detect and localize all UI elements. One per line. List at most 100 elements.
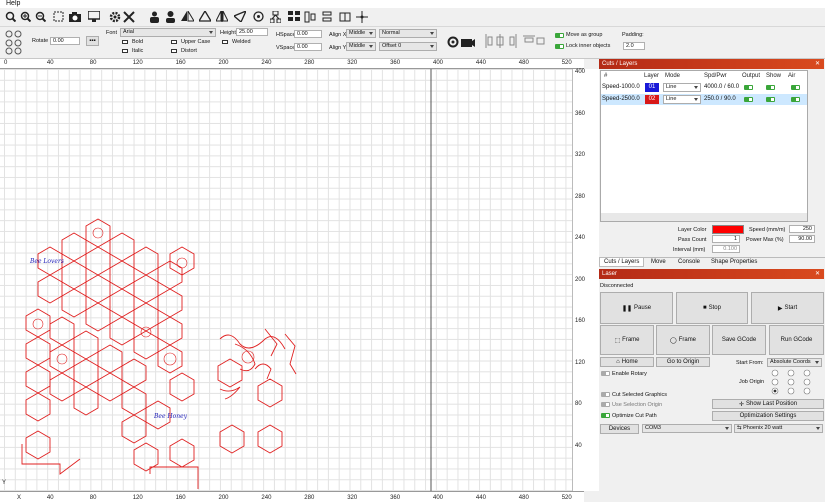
hspace-input[interactable]: 0.00 bbox=[294, 30, 322, 38]
canvas-workspace[interactable]: Bee Lovers Bee Honey bbox=[0, 69, 572, 491]
y-axis-label: Y bbox=[2, 480, 7, 486]
layer-color-swatch[interactable] bbox=[712, 225, 744, 234]
welded-checkbox[interactable] bbox=[222, 40, 228, 44]
offset-select[interactable]: Offset 0 bbox=[379, 42, 437, 51]
ruler-top-tick: 240 bbox=[261, 60, 272, 66]
align-x-select[interactable]: Middle bbox=[346, 29, 376, 38]
ruler-bottom-tick: 320 bbox=[347, 495, 358, 501]
frame-rect-button[interactable]: ⬚ Frame bbox=[600, 325, 654, 355]
ruler-bottom-tick: 520 bbox=[561, 495, 572, 501]
optimization-settings-button[interactable]: Optimization Settings bbox=[712, 411, 824, 421]
settings-icon[interactable] bbox=[108, 9, 122, 24]
rotate-input[interactable]: 0.00 bbox=[50, 37, 80, 45]
enable-rotary-toggle[interactable] bbox=[601, 371, 610, 376]
laser-close-icon[interactable]: ✕ bbox=[815, 269, 820, 279]
layer-row[interactable]: Speed-1000.0 01 Line 4000.0 / 60.0 bbox=[601, 82, 807, 93]
layers-column-header: Air bbox=[788, 73, 796, 79]
port-select[interactable]: COM3 bbox=[642, 424, 732, 433]
cut-selected-toggle[interactable] bbox=[601, 392, 610, 397]
tab-move[interactable]: Move bbox=[651, 259, 666, 265]
move-icon[interactable] bbox=[355, 9, 369, 24]
distort-checkbox[interactable] bbox=[171, 49, 177, 53]
horizontal-scrollbar[interactable] bbox=[601, 213, 807, 221]
align-icon[interactable] bbox=[303, 9, 317, 24]
send-icon[interactable] bbox=[233, 9, 247, 24]
layer-mode-select[interactable]: Line bbox=[663, 95, 701, 104]
monitor-icon[interactable] bbox=[87, 9, 101, 24]
font-select[interactable]: Arial bbox=[120, 28, 216, 37]
pause-button[interactable]: ❚❚ Pause bbox=[600, 292, 673, 324]
pass-count-input[interactable]: 1 bbox=[712, 235, 740, 243]
lock-inner-toggle[interactable] bbox=[555, 44, 564, 49]
height-input[interactable]: 25.00 bbox=[236, 28, 268, 36]
devices-button[interactable]: Devices bbox=[600, 424, 639, 434]
power-max-input[interactable]: 90.00 bbox=[789, 235, 815, 243]
frame-circle-button[interactable]: ◯ Frame bbox=[656, 325, 710, 355]
move-as-group-toggle[interactable] bbox=[555, 33, 564, 38]
run-gcode-button[interactable]: Run GCode bbox=[769, 325, 824, 355]
stop-label: Stop bbox=[708, 305, 721, 311]
layer-toggle[interactable] bbox=[744, 85, 753, 90]
dock-icon[interactable] bbox=[338, 9, 352, 24]
alignment-icons[interactable] bbox=[483, 33, 545, 49]
height-label: Height bbox=[220, 30, 236, 36]
go-to-origin-button[interactable]: Go to Origin bbox=[656, 357, 710, 367]
layer-toggle[interactable] bbox=[744, 97, 753, 102]
flip-horizontal-icon[interactable] bbox=[180, 9, 194, 24]
pause-icon: ❚❚ bbox=[621, 305, 633, 312]
close-icon[interactable]: ✕ bbox=[815, 59, 820, 69]
start-button[interactable]: ▶ Start bbox=[751, 292, 824, 324]
optimize-cut-path-toggle[interactable] bbox=[601, 413, 610, 418]
zoom-frame-icon[interactable] bbox=[51, 9, 65, 24]
start-from-select[interactable]: Absolute Coords bbox=[767, 358, 822, 367]
layer-toggle[interactable] bbox=[791, 85, 800, 90]
layer-toggle[interactable] bbox=[766, 85, 775, 90]
zoom-in-icon[interactable] bbox=[18, 9, 32, 24]
frame-rect-label: Frame bbox=[622, 337, 640, 343]
ruler-right-tick: 160 bbox=[575, 318, 586, 324]
rotate-apply-button[interactable]: ▪▪▪ bbox=[86, 36, 99, 46]
tab-console[interactable]: Console bbox=[678, 259, 700, 265]
save-gcode-button[interactable]: Save GCode bbox=[712, 325, 766, 355]
layer-toggle[interactable] bbox=[766, 97, 775, 102]
speed-input[interactable]: 250 bbox=[789, 225, 815, 233]
job-origin-grid[interactable] bbox=[769, 369, 821, 397]
align-y-select[interactable]: Middle bbox=[346, 42, 376, 51]
rotate-tool-icon[interactable] bbox=[446, 34, 460, 49]
layer-name: Speed-2500.0 bbox=[602, 96, 640, 102]
ruler-bottom: 40 80 120 160 200 240 280 320 360 400 440 480 520 X bbox=[0, 491, 584, 502]
node-edit-icon[interactable] bbox=[268, 9, 282, 24]
layer-toggle[interactable] bbox=[791, 97, 800, 102]
bold-checkbox[interactable] bbox=[122, 40, 128, 44]
layer-row[interactable]: Speed-2500.0 02 Line 250.0 / 90.0 bbox=[601, 94, 807, 105]
camera-capture-icon[interactable] bbox=[461, 34, 475, 49]
device-select[interactable]: ⇆ Phoenix 20 watt bbox=[734, 424, 823, 433]
menu-help[interactable]: Help bbox=[6, 0, 20, 7]
interval-input[interactable]: 0.100 bbox=[712, 245, 740, 253]
zoom-fit-icon[interactable] bbox=[3, 9, 17, 24]
zoom-out-icon[interactable] bbox=[33, 9, 47, 24]
use-selection-origin-toggle[interactable] bbox=[601, 402, 610, 407]
distribute-icon[interactable] bbox=[320, 9, 334, 24]
grid-array-icon[interactable] bbox=[287, 9, 301, 24]
tab-cuts-layers[interactable]: Cuts / Layers bbox=[599, 258, 645, 267]
mirror-icon[interactable] bbox=[215, 9, 229, 24]
stop-button[interactable]: ■ Stop bbox=[676, 292, 748, 324]
camera-icon[interactable] bbox=[68, 9, 82, 24]
crosshair-icon: ✛ bbox=[738, 401, 744, 408]
upper-case-checkbox[interactable] bbox=[171, 40, 177, 44]
tab-shape-properties[interactable]: Shape Properties bbox=[711, 259, 757, 265]
home-button[interactable]: ⌂ Home bbox=[600, 357, 654, 367]
target-icon[interactable] bbox=[251, 9, 265, 24]
italic-checkbox[interactable] bbox=[122, 49, 128, 53]
users-icon[interactable] bbox=[147, 9, 161, 24]
bold-label: Bold bbox=[132, 39, 144, 45]
vspace-input[interactable]: 0.00 bbox=[294, 43, 322, 51]
padding-input[interactable]: 2.0 bbox=[623, 42, 645, 50]
flip-vertical-icon[interactable] bbox=[198, 9, 212, 24]
layer-mode-select[interactable]: Line bbox=[663, 83, 701, 92]
show-last-position-button[interactable]: ✛ Show Last Position bbox=[712, 399, 824, 409]
tools-icon[interactable] bbox=[122, 9, 136, 24]
user-icon[interactable] bbox=[163, 9, 177, 24]
text-mode-select[interactable]: Normal bbox=[379, 29, 437, 38]
